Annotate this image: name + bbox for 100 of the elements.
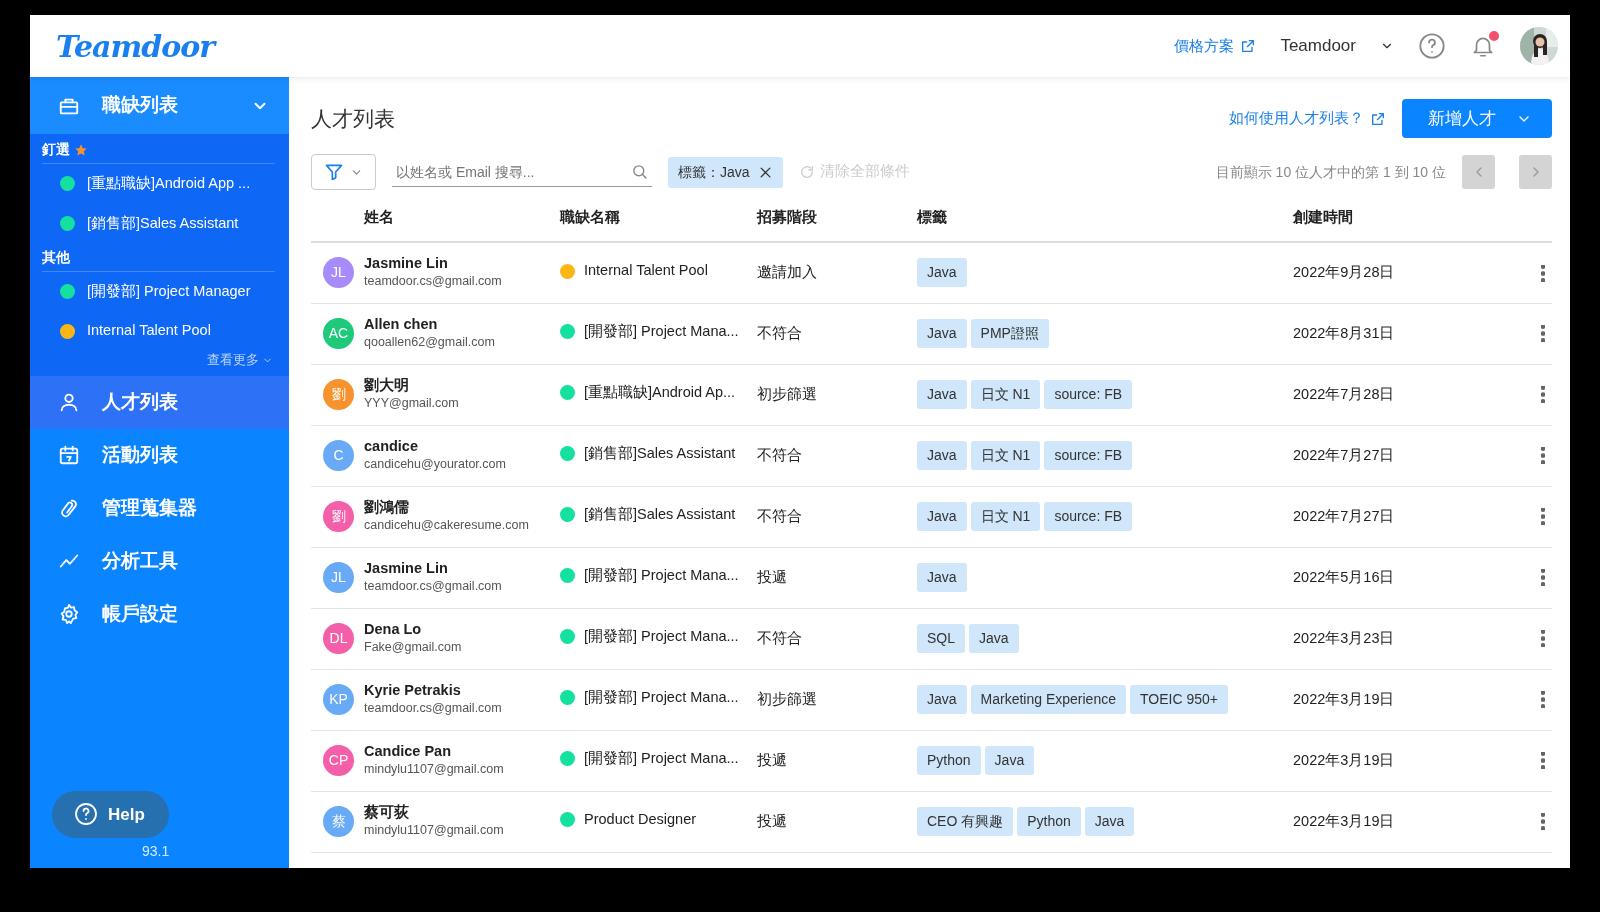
- recruiting-stage: 不符合: [757, 324, 802, 341]
- recruiting-stage: 初步篩選: [757, 690, 817, 707]
- paperclip-icon: [58, 497, 80, 520]
- nav-item[interactable]: 人才列表: [30, 375, 289, 429]
- job-title: [開發部] Project Mana...: [584, 687, 739, 707]
- person-icon: [58, 391, 80, 414]
- kebab-icon: [1541, 691, 1545, 709]
- recruiting-stage: 不符合: [757, 446, 802, 463]
- column-header: 招募階段: [757, 208, 817, 225]
- calendar-icon: [58, 444, 80, 467]
- candidate-email: mindylu1107@gmail.com: [364, 761, 505, 779]
- created-date: 2022年3月19日: [1293, 690, 1395, 707]
- kebab-icon: [1541, 752, 1545, 770]
- job-title: Product Designer: [584, 809, 697, 829]
- job-title: [銷售部]Sales Assistant: [584, 443, 736, 463]
- job-item[interactable]: [銷售部]Sales Assistant: [42, 203, 275, 244]
- job-item[interactable]: [重點職缺]Android App ...: [42, 164, 275, 204]
- created-date: 2022年9月28日: [1293, 263, 1395, 280]
- candidate-name[interactable]: Dena Lo: [364, 620, 558, 639]
- result-summary: 目前顯示 10 位人才中的第 1 到 10 位: [1215, 162, 1446, 182]
- job-item[interactable]: Internal Talent Pool: [42, 311, 275, 351]
- job-title: [開發部] Project Mana...: [584, 321, 739, 341]
- avatar: JL: [323, 562, 354, 593]
- workspace-dropdown[interactable]: Teamdoor: [1280, 33, 1394, 59]
- candidate-name[interactable]: candice: [364, 437, 558, 456]
- candidate-email: teamdoor.cs@gmail.com: [364, 273, 503, 291]
- tag: source: FB: [1044, 502, 1133, 531]
- avatar: 劉: [323, 501, 354, 532]
- settings-icon: [58, 603, 80, 626]
- nav-item[interactable]: 活動列表: [30, 428, 289, 482]
- help-icon[interactable]: [1418, 32, 1446, 60]
- candidate-name[interactable]: 蔡可荻: [364, 803, 558, 822]
- nav-item[interactable]: 分析工具: [30, 534, 289, 588]
- created-date: 2022年3月19日: [1293, 751, 1395, 768]
- kebab-icon: [1541, 813, 1545, 831]
- search-icon[interactable]: [631, 163, 648, 180]
- candidate-email: teamdoor.cs@gmail.com: [364, 578, 503, 596]
- see-more-link[interactable]: 查看更多: [42, 351, 275, 370]
- help-button[interactable]: Help: [52, 790, 169, 838]
- tag: SQL: [917, 624, 965, 653]
- page-title: 人才列表: [311, 105, 396, 132]
- nav-item[interactable]: 管理蒐集器: [30, 481, 289, 535]
- jobs-menu-header[interactable]: 職缺列表: [30, 77, 289, 134]
- tag: Python: [917, 746, 981, 775]
- tag: source: FB: [1044, 380, 1133, 409]
- avatar: 蔡: [323, 806, 354, 837]
- candidate-name[interactable]: Kyrie Petrakis: [364, 681, 558, 700]
- candidate-email: mindylu1107@gmail.com: [364, 822, 505, 840]
- job-item[interactable]: [開發部] Project Manager: [42, 271, 275, 312]
- filter-chip[interactable]: 標籤：Java: [668, 156, 783, 188]
- recruiting-stage: 邀請加入: [757, 263, 817, 280]
- kebab-icon: [1541, 508, 1545, 526]
- add-talent-button[interactable]: 新增人才: [1402, 99, 1552, 138]
- candidate-name[interactable]: 劉鴻儒: [364, 498, 558, 517]
- job-title: Internal Talent Pool: [584, 261, 708, 281]
- candidate-name[interactable]: Allen chen: [364, 315, 558, 334]
- candidate-name[interactable]: Jasmine Lin: [364, 254, 558, 273]
- filter-button[interactable]: [311, 154, 376, 190]
- avatar: C: [323, 440, 354, 471]
- tag: Java: [917, 258, 967, 288]
- nav-item[interactable]: 帳戶設定: [30, 587, 289, 641]
- candidate-email: candicehu@cakeresume.com: [364, 517, 530, 535]
- job-title: [開發部] Project Mana...: [584, 565, 739, 585]
- candidate-name[interactable]: Candice Pan: [364, 742, 558, 761]
- tag: Java: [917, 319, 967, 348]
- candidate-name[interactable]: Jasmine Lin: [364, 559, 558, 578]
- kebab-icon: [1541, 569, 1545, 587]
- tag: CEO 有興趣: [917, 807, 1014, 836]
- candidate-name[interactable]: 劉大明: [364, 376, 558, 395]
- recruiting-stage: 投遞: [757, 751, 787, 768]
- recruiting-stage: 投遞: [757, 568, 787, 585]
- tag: Java: [917, 502, 967, 531]
- kebab-icon: [1541, 264, 1545, 282]
- help-link[interactable]: 如何使用人才列表？: [1229, 107, 1386, 130]
- avatar: CP: [323, 745, 354, 776]
- column-header: 姓名: [364, 208, 394, 225]
- created-date: 2022年3月23日: [1293, 629, 1395, 646]
- avatar: KP: [323, 684, 354, 715]
- external-link-icon: [1240, 38, 1257, 54]
- job-title: [重點職缺]Android Ap...: [584, 382, 736, 402]
- version-text: 93.1: [142, 842, 170, 861]
- tag: Java: [1084, 807, 1135, 836]
- candidate-email: candicehu@yourator.com: [364, 456, 507, 474]
- job-title: [開發部] Project Mana...: [584, 626, 739, 646]
- created-date: 2022年7月27日: [1293, 507, 1395, 524]
- column-header: 職缺名稱: [560, 208, 620, 225]
- tag: Java: [917, 441, 967, 470]
- pricing-link[interactable]: 價格方案: [1174, 34, 1257, 58]
- kebab-icon: [1541, 447, 1545, 465]
- avatar: JL: [323, 257, 354, 289]
- tag: 日文 N1: [970, 502, 1041, 531]
- recruiting-stage: 投遞: [757, 812, 787, 829]
- group-title: 釘選: [42, 140, 70, 159]
- tag: Java: [917, 685, 967, 714]
- search-field[interactable]: 以姓名或 Email 搜尋...: [392, 157, 652, 187]
- recruiting-stage: 初步篩選: [757, 385, 817, 402]
- avatar: AC: [323, 318, 354, 349]
- avatar: 劉: [323, 379, 354, 410]
- recruiting-stage: 不符合: [757, 629, 802, 646]
- tag: Marketing Experience: [970, 685, 1126, 714]
